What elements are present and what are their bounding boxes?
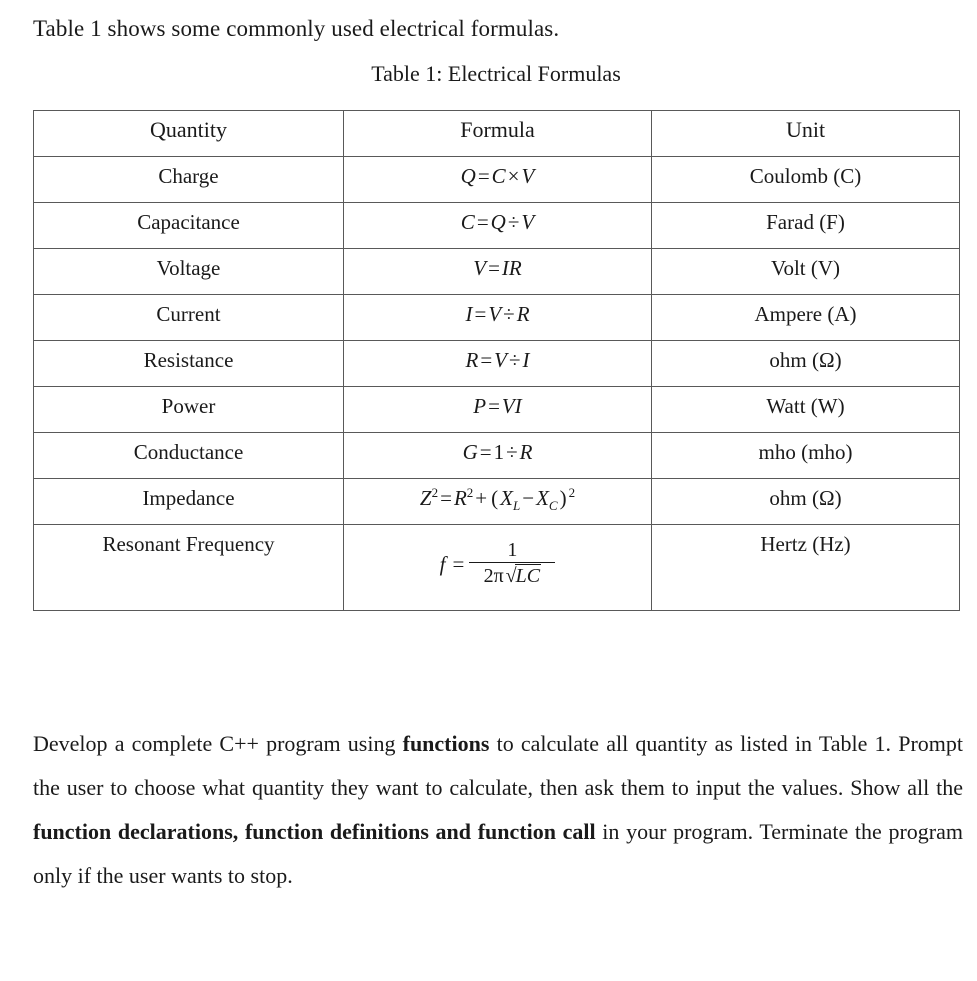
table-row: Resistance R=V÷I ohm (Ω) (33, 340, 960, 387)
cell-unit: mho (mho) (651, 432, 960, 479)
table-row: Conductance G=1÷R mho (mho) (33, 432, 960, 479)
cell-quantity: Current (33, 294, 344, 341)
task-description-paragraph: Develop a complete C++ program using fun… (33, 722, 963, 898)
cell-formula: G=1÷R (343, 432, 652, 479)
formula-current: I=V÷R (465, 302, 530, 326)
cell-formula: C=Q÷V (343, 202, 652, 249)
cell-formula: R=V÷I (343, 340, 652, 387)
cell-quantity: Capacitance (33, 202, 344, 249)
table-header-row: Quantity Formula Unit (33, 110, 960, 157)
table-row: Power P=VI Watt (W) (33, 386, 960, 433)
formula-capacitance: C=Q÷V (460, 210, 535, 234)
table-row: Charge Q=C×V Coulomb (C) (33, 156, 960, 203)
cell-unit: Hertz (Hz) (651, 524, 960, 611)
cell-quantity: Impedance (33, 478, 344, 525)
formula-voltage: V=IR (473, 256, 522, 280)
paragraph-segment-bold: functions (402, 731, 490, 756)
cell-quantity: Voltage (33, 248, 344, 295)
column-header-formula: Formula (343, 110, 652, 157)
cell-formula: Q=C×V (343, 156, 652, 203)
formula-resonant-frequency: f = 1 2π √LC (440, 531, 556, 588)
formula-power: P=VI (473, 394, 522, 418)
fraction-denominator: 2π √LC (483, 564, 542, 587)
electrical-formulas-table: Quantity Formula Unit Charge Q=C×V Coulo… (33, 110, 960, 611)
table-row: Voltage V=IR Volt (V) (33, 248, 960, 295)
cell-unit: Watt (W) (651, 386, 960, 433)
cell-quantity: Charge (33, 156, 344, 203)
cell-unit: Farad (F) (651, 202, 960, 249)
cell-formula: f = 1 2π √LC (343, 524, 652, 611)
paragraph-segment-bold: function declarations, function definiti… (33, 819, 596, 844)
cell-formula: V=IR (343, 248, 652, 295)
square-root-icon: √LC (505, 564, 542, 587)
formula-impedance: Z2=R2+ (XL−XC) 2 (419, 485, 576, 514)
paragraph-segment: Develop a complete C++ program using (33, 731, 403, 756)
cell-quantity: Power (33, 386, 344, 433)
intro-sentence: Table 1 shows some commonly used electri… (33, 16, 560, 41)
cell-unit: ohm (Ω) (651, 340, 960, 387)
table-row: Current I=V÷R Ampere (A) (33, 294, 960, 341)
fraction: 1 2π √LC (469, 539, 556, 588)
cell-unit: Coulomb (C) (651, 156, 960, 203)
table-row: Capacitance C=Q÷V Farad (F) (33, 202, 960, 249)
table-caption: Table 1: Electrical Formulas (371, 61, 621, 86)
formula-charge: Q=C×V (460, 164, 535, 188)
formula-conductance: G=1÷R (462, 440, 533, 464)
formula-resistance: R=V÷I (465, 348, 530, 372)
document-page: Table 1 shows some commonly used electri… (0, 0, 977, 981)
cell-unit: ohm (Ω) (651, 478, 960, 525)
column-header-quantity: Quantity (33, 110, 344, 157)
cell-formula: P=VI (343, 386, 652, 433)
cell-formula: I=V÷R (343, 294, 652, 341)
cell-unit: Volt (V) (651, 248, 960, 295)
cell-quantity: Resistance (33, 340, 344, 387)
table-row: Resonant Frequency f = 1 2π √LC Hertz (Hz) (33, 524, 960, 611)
cell-quantity: Conductance (33, 432, 344, 479)
table-row: Impedance Z2=R2+ (XL−XC) 2 ohm (Ω) (33, 478, 960, 525)
cell-formula: Z2=R2+ (XL−XC) 2 (343, 478, 652, 525)
cell-unit: Ampere (A) (651, 294, 960, 341)
fraction-numerator: 1 (507, 539, 518, 561)
column-header-unit: Unit (651, 110, 960, 157)
cell-quantity: Resonant Frequency (33, 524, 344, 611)
